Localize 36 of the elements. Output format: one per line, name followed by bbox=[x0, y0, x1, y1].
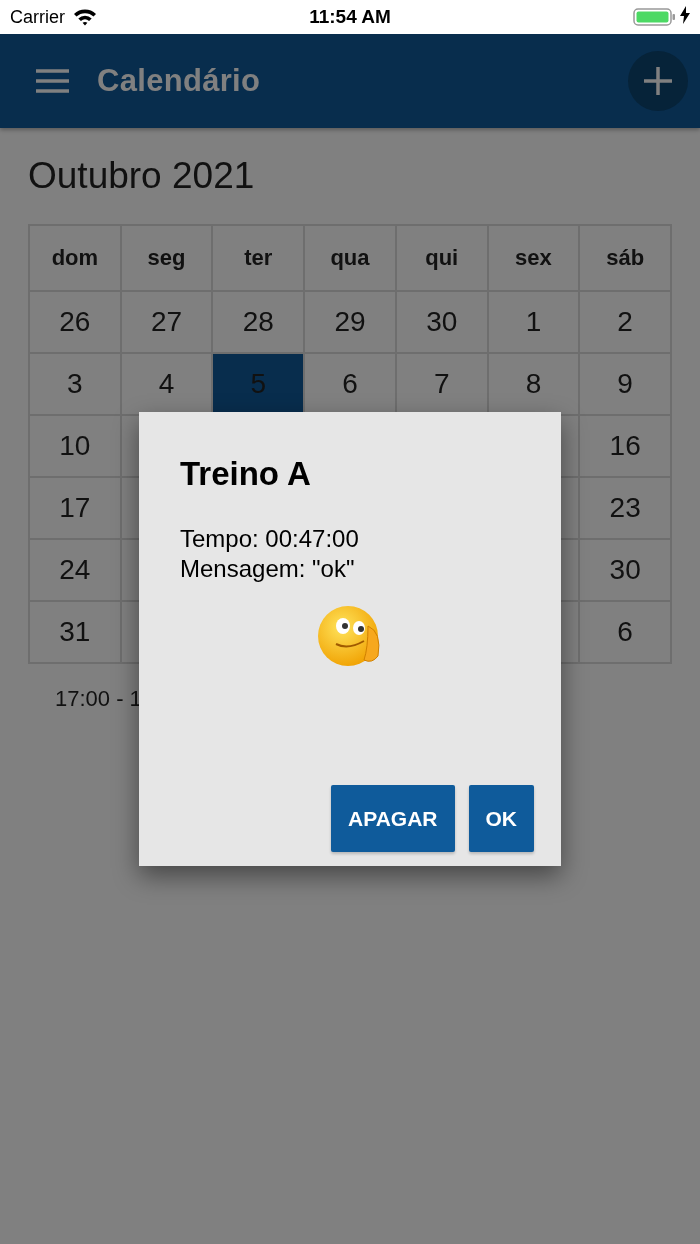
battery-icon bbox=[633, 7, 677, 27]
day-cell[interactable]: 24 bbox=[30, 540, 122, 602]
menu-icon[interactable] bbox=[36, 69, 69, 93]
day-cell[interactable]: 27 bbox=[121, 292, 214, 354]
wifi-icon bbox=[73, 8, 97, 26]
day-cell[interactable]: 9 bbox=[580, 354, 672, 416]
clock-time: 11:54 AM bbox=[309, 6, 391, 28]
weekday-label: dom bbox=[30, 226, 122, 292]
weekday-label: seg bbox=[121, 226, 214, 292]
day-cell[interactable]: 29 bbox=[305, 292, 397, 354]
plus-icon bbox=[643, 66, 673, 96]
detail-text: Tempo: 00:47:00 bbox=[180, 524, 359, 554]
detail-text: Mensagem: "ok" bbox=[180, 554, 355, 584]
weekday-label: sáb bbox=[580, 226, 672, 292]
day-cell[interactable]: 10 bbox=[30, 416, 122, 478]
day-cell[interactable]: 2 bbox=[580, 292, 672, 354]
dialog-title: Treino A bbox=[180, 454, 312, 494]
day-cell[interactable]: 16 bbox=[580, 416, 672, 478]
month-title: Outubro 2021 bbox=[28, 154, 256, 198]
carrier-label: Carrier bbox=[10, 6, 65, 28]
day-cell[interactable]: 17 bbox=[30, 478, 122, 540]
day-cell[interactable]: 6 bbox=[580, 602, 672, 664]
day-cell[interactable]: 26 bbox=[30, 292, 122, 354]
screen-title: Calendário bbox=[97, 63, 261, 99]
dialog-button[interactable]: OK bbox=[468, 785, 534, 852]
weekday-label: qua bbox=[305, 226, 397, 292]
weekday-label: ter bbox=[213, 226, 306, 292]
day-cell[interactable]: 23 bbox=[580, 478, 672, 540]
weekday-label: qui bbox=[396, 226, 489, 292]
dialog-button[interactable]: APAGAR bbox=[331, 785, 455, 852]
day-cell[interactable]: 30 bbox=[396, 292, 489, 354]
weekday-label: sex bbox=[488, 226, 581, 292]
day-cell[interactable]: 30 bbox=[580, 540, 672, 602]
day-cell[interactable]: 3 bbox=[30, 354, 122, 416]
day-cell[interactable]: 31 bbox=[30, 602, 122, 664]
day-cell[interactable]: 1 bbox=[488, 292, 581, 354]
